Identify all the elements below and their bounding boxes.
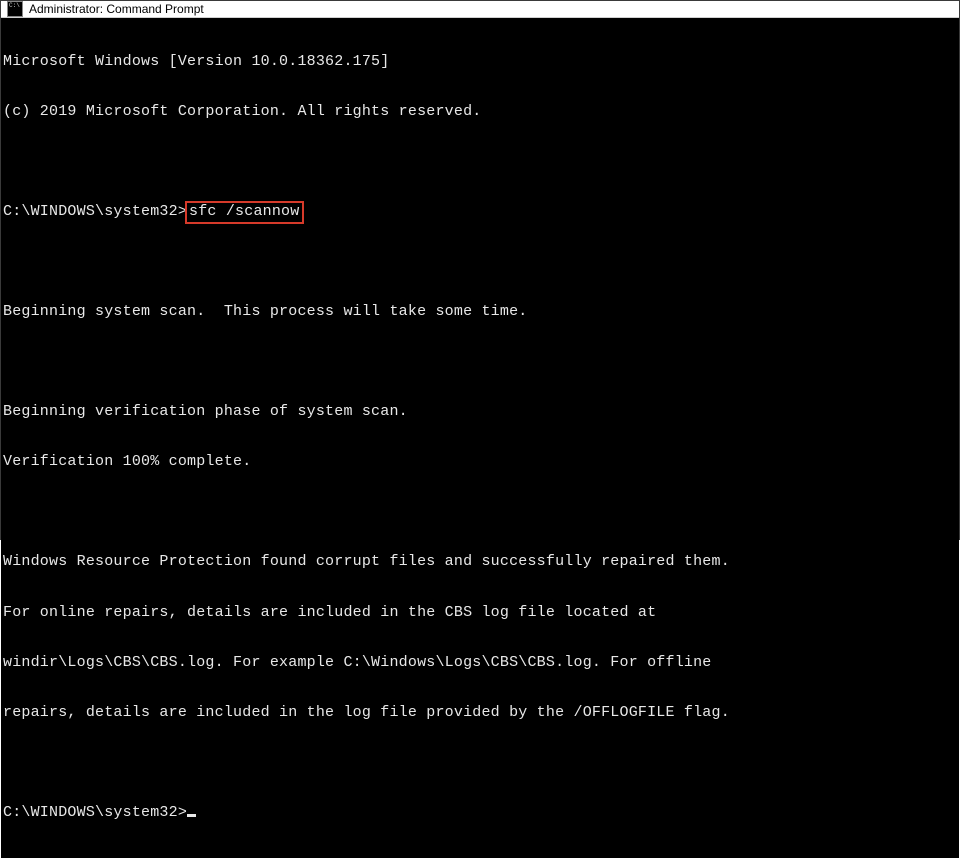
console-prompt-line-2: C:\WINDOWS\system32> [3, 805, 957, 822]
prompt-path: C:\WINDOWS\system32> [3, 203, 187, 220]
console-area[interactable]: Microsoft Windows [Version 10.0.18362.17… [1, 18, 959, 858]
blank-line [3, 254, 957, 270]
window-title: Administrator: Command Prompt [29, 2, 204, 16]
blank-line [3, 154, 957, 170]
titlebar[interactable]: Administrator: Command Prompt [1, 1, 959, 18]
console-line-version: Microsoft Windows [Version 10.0.18362.17… [3, 54, 957, 71]
console-line-result-2: For online repairs, details are included… [3, 605, 957, 622]
console-line-verify-complete: Verification 100% complete. [3, 454, 957, 471]
blank-line [3, 354, 957, 370]
blank-line [3, 756, 957, 772]
blank-line [3, 505, 957, 521]
console-prompt-line-1: C:\WINDOWS\system32>sfc /scannow [3, 204, 957, 221]
console-line-result-4: repairs, details are included in the log… [3, 705, 957, 722]
console-line-copyright: (c) 2019 Microsoft Corporation. All righ… [3, 104, 957, 121]
command-highlight: sfc /scannow [185, 201, 304, 224]
cmd-icon [7, 1, 23, 17]
console-line-begin-scan: Beginning system scan. This process will… [3, 304, 957, 321]
console-line-begin-verify: Beginning verification phase of system s… [3, 404, 957, 421]
text-cursor [187, 814, 196, 817]
prompt-path-2: C:\WINDOWS\system32> [3, 804, 187, 821]
console-line-result-1: Windows Resource Protection found corrup… [3, 554, 957, 571]
console-line-result-3: windir\Logs\CBS\CBS.log. For example C:\… [3, 655, 957, 672]
cmd-window: Administrator: Command Prompt Microsoft … [0, 0, 960, 540]
command-text: sfc /scannow [189, 203, 299, 220]
